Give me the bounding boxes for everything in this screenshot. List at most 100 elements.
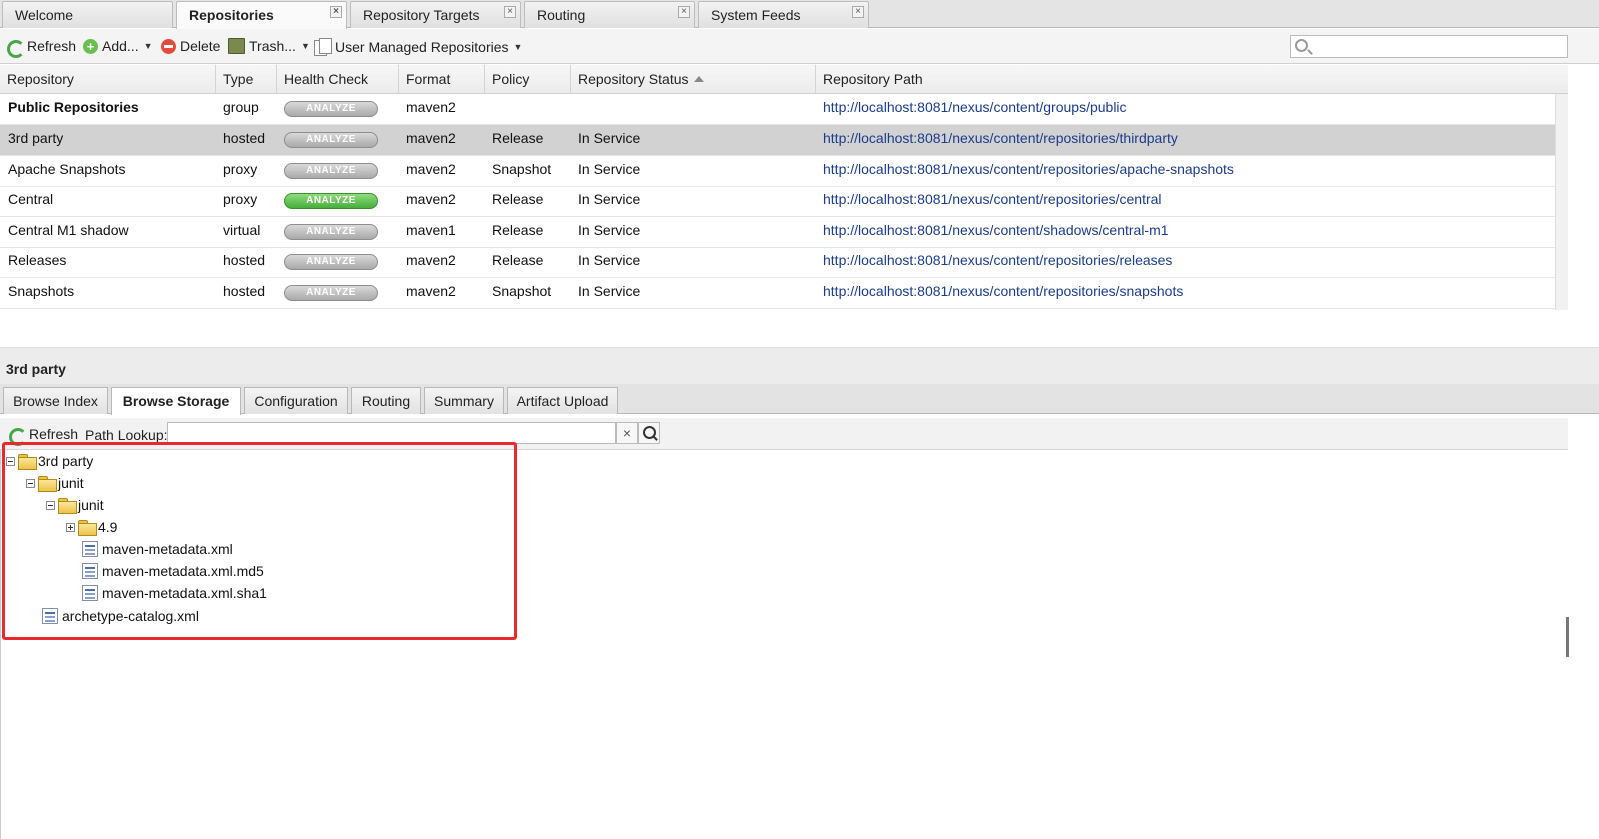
tree-node-file[interactable]: archetype-catalog.xml — [42, 606, 199, 626]
column-header-health-check[interactable]: Health Check — [277, 65, 399, 94]
tab-label: Routing — [537, 7, 586, 23]
collapse-icon[interactable] — [6, 456, 15, 466]
table-row[interactable]: Snapshots hosted ANALYZE maven2 Snapshot… — [0, 278, 1555, 309]
add-button[interactable]: + Add... ▼ — [83, 38, 153, 54]
repository-path-link[interactable]: http://localhost:8081/nexus/content/repo… — [823, 252, 1172, 268]
repository-path-link[interactable]: http://localhost:8081/nexus/content/repo… — [823, 161, 1234, 177]
column-header-repository-status[interactable]: Repository Status — [571, 65, 816, 94]
table-row[interactable]: Central proxy ANALYZE maven2 Release In … — [0, 186, 1555, 217]
tree-node-folder[interactable]: junit — [46, 495, 104, 515]
file-icon — [82, 563, 98, 579]
tab-label: Welcome — [15, 7, 74, 23]
repository-name: Central — [8, 191, 54, 207]
analyze-button[interactable]: ANALYZE — [284, 224, 378, 240]
path-lookup-input[interactable] — [167, 422, 616, 444]
tab-system-feeds[interactable]: System Feeds × — [698, 1, 869, 28]
column-header-repository[interactable]: Repository — [0, 65, 216, 94]
panel-splitter[interactable] — [0, 347, 1599, 354]
dropdown-arrow-icon: ▼ — [143, 41, 153, 51]
delete-button[interactable]: Delete — [161, 38, 220, 54]
tree-node-file[interactable]: maven-metadata.xml — [82, 539, 233, 559]
repository-policy: Release — [492, 130, 544, 146]
repository-type: virtual — [223, 222, 261, 238]
repository-type: group — [223, 99, 259, 115]
repository-type: proxy — [223, 191, 258, 207]
column-header-policy[interactable]: Policy — [485, 65, 571, 94]
refresh-icon — [8, 427, 27, 446]
tab-routing[interactable]: Routing × — [524, 1, 695, 28]
repository-format: maven1 — [406, 222, 456, 238]
clear-icon[interactable]: × — [616, 422, 638, 444]
resize-handle[interactable] — [1566, 617, 1569, 657]
repository-policy: Release — [492, 252, 544, 268]
close-icon[interactable]: × — [678, 6, 690, 18]
repository-path-link[interactable]: http://localhost:8081/nexus/content/repo… — [823, 283, 1183, 299]
storage-tree: 3rd party junit junit 4.9 maven-metadata… — [0, 450, 1568, 839]
tree-node-folder[interactable]: 3rd party — [6, 451, 93, 471]
tree-node-file[interactable]: maven-metadata.xml.md5 — [82, 561, 264, 581]
repository-path-link[interactable]: http://localhost:8081/nexus/content/grou… — [823, 99, 1127, 115]
analyze-button[interactable]: ANALYZE — [284, 101, 378, 117]
browse-storage-toolbar: Refresh Path Lookup: × — [0, 418, 1568, 450]
collapse-icon[interactable] — [46, 500, 55, 510]
tab-welcome[interactable]: Welcome — [2, 1, 173, 28]
repository-name: Releases — [8, 252, 67, 268]
tree-node-label: 3rd party — [38, 453, 94, 469]
user-managed-label: User Managed Repositories — [335, 38, 509, 55]
close-icon[interactable]: × — [852, 6, 864, 18]
repository-status: In Service — [578, 130, 641, 146]
table-row[interactable]: Releases hosted ANALYZE maven2 Release I… — [0, 247, 1555, 278]
tree-node-label: maven-metadata.xml.md5 — [102, 563, 264, 579]
tab-configuration[interactable]: Configuration — [244, 387, 348, 414]
refresh-button[interactable]: Refresh — [6, 38, 76, 58]
column-header-label: Repository Status — [578, 71, 689, 87]
pages-icon — [314, 38, 332, 56]
column-header-repository-path[interactable]: Repository Path — [816, 65, 1568, 94]
analyze-button[interactable]: ANALYZE — [284, 285, 378, 301]
search-icon — [1295, 39, 1308, 52]
search-icon[interactable] — [638, 422, 660, 444]
tab-repositories[interactable]: Repositories × — [176, 1, 347, 29]
expand-icon[interactable] — [66, 522, 75, 532]
repository-name: Central M1 shadow — [8, 222, 129, 238]
user-managed-repositories-button[interactable]: User Managed Repositories ▼ — [314, 38, 522, 56]
tab-browse-index[interactable]: Browse Index — [3, 387, 108, 414]
table-row[interactable]: Central M1 shadow virtual ANALYZE maven1… — [0, 217, 1555, 248]
tab-routing-detail[interactable]: Routing — [351, 387, 421, 414]
repository-name: Snapshots — [8, 283, 75, 299]
search-input[interactable] — [1290, 35, 1568, 58]
tree-node-folder[interactable]: junit — [26, 473, 84, 493]
collapse-icon[interactable] — [26, 478, 35, 488]
repository-type: hosted — [223, 283, 266, 299]
table-row[interactable]: Public Repositories group ANALYZE maven2… — [0, 94, 1555, 125]
repository-path-link[interactable]: http://localhost:8081/nexus/content/repo… — [823, 191, 1162, 207]
tab-artifact-upload[interactable]: Artifact Upload — [507, 387, 618, 414]
analyze-button[interactable]: ANALYZE — [284, 254, 378, 270]
tab-browse-storage[interactable]: Browse Storage — [111, 387, 241, 415]
tab-summary[interactable]: Summary — [424, 387, 504, 414]
table-row[interactable]: 3rd party hosted ANALYZE maven2 Release … — [0, 125, 1555, 156]
refresh-label: Refresh — [29, 426, 79, 442]
detail-panel-title: 3rd party — [0, 354, 1599, 384]
grid-scrollbar[interactable] — [1555, 94, 1568, 310]
repository-path-link[interactable]: http://localhost:8081/nexus/content/repo… — [823, 130, 1178, 146]
trash-button[interactable]: Trash... ▼ — [228, 38, 310, 54]
storage-refresh-button[interactable]: Refresh — [8, 426, 79, 446]
repository-format: maven2 — [406, 191, 456, 207]
tree-node-file[interactable]: maven-metadata.xml.sha1 — [82, 583, 267, 603]
table-row[interactable]: Apache Snapshots proxy ANALYZE maven2 Sn… — [0, 156, 1555, 187]
repository-policy: Release — [492, 222, 544, 238]
repository-format: maven2 — [406, 161, 456, 177]
tree-node-folder[interactable]: 4.9 — [66, 517, 117, 537]
folder-icon — [78, 520, 97, 536]
column-header-type[interactable]: Type — [216, 65, 277, 94]
tab-repository-targets[interactable]: Repository Targets × — [350, 1, 521, 28]
analyze-button[interactable]: ANALYZE — [284, 193, 378, 209]
analyze-button[interactable]: ANALYZE — [284, 163, 378, 179]
close-icon[interactable]: × — [504, 6, 516, 18]
close-icon[interactable]: × — [330, 6, 342, 18]
repository-status: In Service — [578, 252, 641, 268]
repository-path-link[interactable]: http://localhost:8081/nexus/content/shad… — [823, 222, 1169, 238]
column-header-format[interactable]: Format — [399, 65, 485, 94]
analyze-button[interactable]: ANALYZE — [284, 132, 378, 148]
